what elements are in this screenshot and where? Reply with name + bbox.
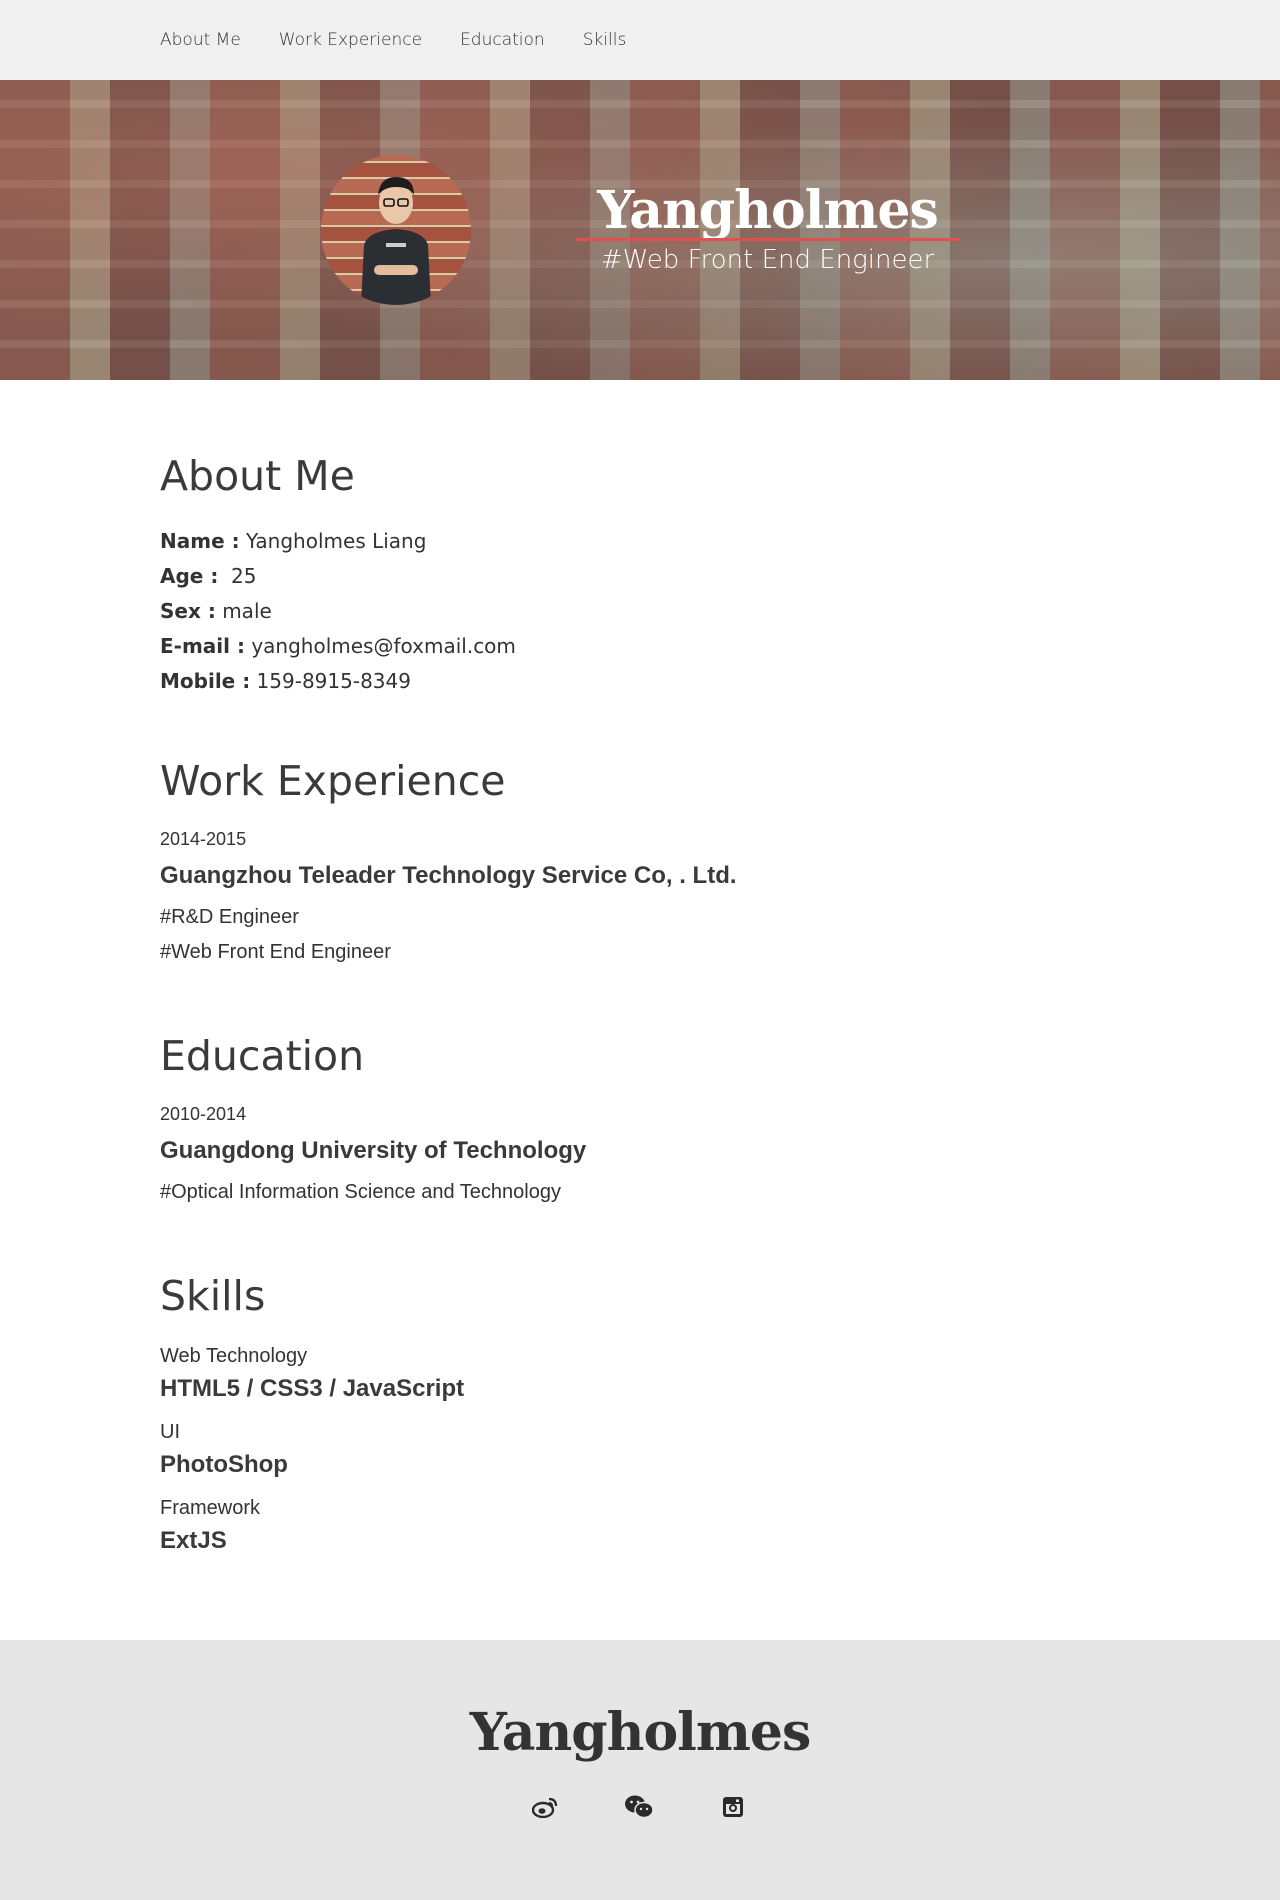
info-email-value[interactable]: yangholmes@foxmail.com (245, 634, 516, 658)
footer: Yangholmes (0, 1640, 1280, 1900)
nav-item-about-me[interactable]: About Me (160, 30, 241, 50)
info-name-value: Yangholmes Liang (239, 529, 427, 553)
work-company: Guangzhou Teleader Technology Service Co… (160, 862, 737, 889)
skills-heading: Skills (160, 1272, 266, 1320)
info-sex-label: Sex : (160, 599, 216, 623)
about-section: About Me Name : Yangholmes Liang Age : 2… (160, 452, 516, 699)
info-mobile: Mobile : 159-8915-8349 (160, 664, 516, 699)
education-heading: Education (160, 1032, 365, 1080)
hero-job-title: #Web Front End Engineer (600, 245, 935, 275)
avatar (321, 155, 471, 305)
hero-banner: Yangholmes #Web Front End Engineer (0, 80, 1280, 380)
about-heading: About Me (160, 452, 355, 500)
skill-name: HTML5 / CSS3 / JavaScript (160, 1375, 465, 1402)
social-links (530, 1792, 812, 1822)
skill-category: Framework (160, 1497, 261, 1519)
info-sex: Sex : male (160, 594, 516, 629)
info-mobile-value: 159-8915-8349 (250, 669, 411, 693)
top-nav: About Me Work Experience Education Skill… (0, 0, 1280, 80)
nav-menu: About Me Work Experience Education Skill… (160, 30, 664, 50)
info-email: E-mail : yangholmes@foxmail.com (160, 629, 516, 664)
footer-name: Yangholmes (469, 1702, 812, 1763)
info-name-label: Name : (160, 529, 240, 553)
info-sex-value: male (215, 599, 272, 623)
wechat-icon[interactable] (624, 1792, 654, 1822)
info-age-value: 25 (218, 564, 257, 588)
work-role: #R&D Engineer (160, 906, 299, 928)
skill-category: UI (160, 1421, 180, 1443)
profile-photo (361, 177, 431, 305)
info-age: Age : 25 (160, 559, 516, 594)
nav-item-skills[interactable]: Skills (583, 30, 627, 50)
nav-item-education[interactable]: Education (460, 30, 545, 50)
skill-category: Web Technology (160, 1345, 308, 1367)
info-email-label: E-mail : (160, 634, 245, 658)
nav-item-work-experience[interactable]: Work Experience (279, 30, 422, 50)
info-age-label: Age : (160, 564, 219, 588)
work-heading: Work Experience (160, 757, 506, 805)
hero-name: Yangholmes (597, 180, 939, 241)
skill-name: PhotoShop (160, 1451, 288, 1478)
info-name: Name : Yangholmes Liang (160, 524, 516, 559)
instagram-icon[interactable] (718, 1792, 748, 1822)
work-period: 2014-2015 (160, 829, 247, 849)
skills-section: Skills Web Technology HTML5 / CSS3 / Jav… (160, 1272, 464, 1568)
info-mobile-label: Mobile : (160, 669, 251, 693)
education-period: 2010-2014 (160, 1104, 247, 1124)
work-role: #Web Front End Engineer (160, 941, 391, 963)
education-major: #Optical Information Science and Technol… (160, 1181, 561, 1203)
weibo-icon[interactable] (530, 1792, 560, 1822)
hero-divider (575, 238, 960, 241)
education-school: Guangdong University of Technology (160, 1137, 587, 1164)
education-section: Education 2010-2014 Guangdong University… (160, 1032, 586, 1210)
skill-name: ExtJS (160, 1527, 227, 1554)
work-section: Work Experience 2014-2015 Guangzhou Tele… (160, 757, 737, 970)
